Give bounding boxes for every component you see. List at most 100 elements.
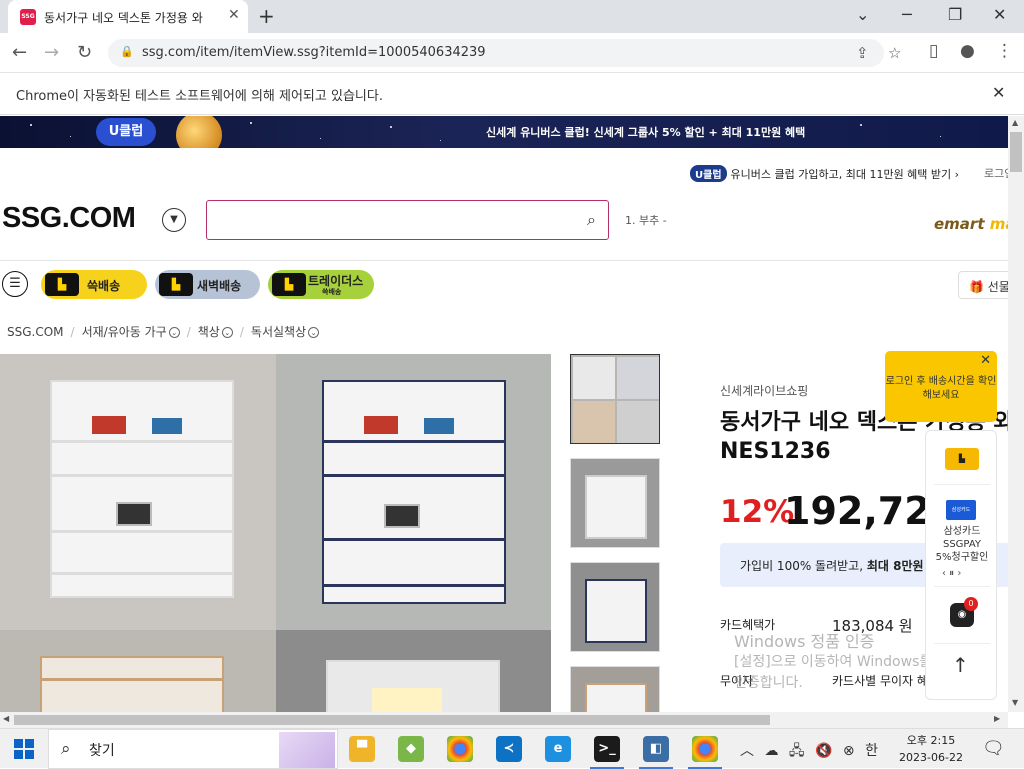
breadcrumb-item[interactable]: 서재/유아동 가구: [82, 325, 167, 339]
main-product-image[interactable]: [0, 354, 551, 712]
vertical-scroll-thumb[interactable]: [1010, 132, 1022, 172]
minimize-button[interactable]: ─: [902, 5, 912, 24]
vertical-scrollbar[interactable]: ▲ ▼: [1008, 116, 1024, 712]
forward-button[interactable]: →: [44, 42, 59, 63]
python-icon[interactable]: ◧: [639, 736, 673, 769]
ssg-delivery-pill[interactable]: ▙ 쓱배송: [41, 270, 147, 299]
browser-tab[interactable]: SSG 동서가구 네오 덱스톤 가정용 와 ✕: [8, 0, 248, 33]
horizontal-scroll-thumb[interactable]: [14, 715, 770, 725]
breadcrumb-item[interactable]: 책상: [198, 325, 220, 339]
trending-keyword[interactable]: 1. 부추 -: [625, 212, 667, 228]
infobar-close-icon[interactable]: ✕: [992, 83, 1005, 102]
banner-text: 신세계 유니버스 클럽! 신세계 그룹사 5% 할인 + 최대 11만원 혜택: [486, 126, 806, 139]
ssg-favicon-icon: SSG: [20, 9, 36, 25]
scroll-left-arrow-icon[interactable]: ◀: [3, 714, 9, 723]
emart-text: emart: [934, 215, 985, 233]
chevron-down-icon[interactable]: ⌄: [308, 327, 320, 338]
windows-start-icon[interactable]: [14, 739, 34, 759]
internet-explorer-icon[interactable]: e: [545, 736, 571, 762]
search-icon[interactable]: ⌕: [587, 210, 596, 230]
white-desk-photo: [0, 354, 276, 630]
blocked-icon[interactable]: ⊗: [843, 743, 855, 759]
cloud-icon[interactable]: ☁: [764, 743, 778, 759]
close-window-button[interactable]: ✕: [993, 5, 1006, 24]
network-icon[interactable]: 🖧: [789, 743, 805, 759]
scroll-top-icon[interactable]: ↑: [952, 653, 969, 677]
side-panel-icon[interactable]: ▯: [929, 41, 938, 61]
delivery-truck-icon: ▙: [45, 273, 79, 296]
product-thumbnail[interactable]: [570, 562, 660, 652]
windows-taskbar: ⌕ 찾기 ▀ ◆ ≺ e >_ ◧ ︿ ☁ 🖧 🔇 ⊗ 한 오후 2:15 20…: [0, 728, 1024, 769]
delivery-truck-icon[interactable]: ▙: [945, 448, 979, 470]
promo-badge: U클럽: [690, 165, 727, 182]
dawn-delivery-pill[interactable]: ▙ 새벽배송: [155, 270, 260, 299]
seller-name[interactable]: 신세계라이브쇼핑: [720, 382, 808, 399]
quick-side-panel: ▙ 삼성카드 삼성카드 SSGPAY 5%청구할인 ‹ ⏸ › ◉ 0 ↑: [925, 430, 997, 700]
traders-delivery-pill[interactable]: ▙ 트레이더스 쓱배송: [268, 270, 374, 299]
breadcrumb-item[interactable]: SSG.COM: [7, 325, 64, 339]
notification-icon[interactable]: 🗨: [982, 738, 1005, 759]
file-explorer-icon[interactable]: ▀: [349, 736, 375, 762]
menu-kebab-icon[interactable]: ⋮: [996, 41, 1013, 61]
gift-icon: 🎁: [969, 280, 988, 294]
share-icon[interactable]: ⇪: [856, 44, 869, 62]
restore-button[interactable]: ❐: [948, 5, 962, 24]
category-menu-button[interactable]: ☰: [2, 271, 28, 297]
terminal-icon[interactable]: >_: [590, 736, 624, 769]
gift-button[interactable]: 🎁 선물: [958, 271, 1008, 299]
search-input[interactable]: ⌕: [206, 200, 609, 240]
infobar-message: Chrome이 자동화된 테스트 소프트웨어에 의해 제어되고 있습니다.: [16, 89, 383, 104]
chevron-down-icon[interactable]: ⌄: [221, 327, 233, 338]
vscode-icon[interactable]: ≺: [496, 736, 522, 762]
url-text[interactable]: ssg.com/item/itemView.ssg?itemId=1000540…: [142, 45, 486, 60]
navy-desk-photo: [276, 354, 551, 630]
tooltip-close-icon[interactable]: ✕: [980, 354, 991, 368]
ssg-logo[interactable]: SSG.COM: [2, 202, 136, 235]
delivery-truck-icon: ▙: [159, 273, 193, 296]
ime-indicator[interactable]: 한: [865, 743, 878, 759]
logo-dropdown-chevron-icon[interactable]: ▼: [162, 208, 186, 232]
taskbar-search-box[interactable]: ⌕ 찾기: [48, 729, 338, 769]
maps-app-icon[interactable]: ◆: [398, 736, 424, 762]
taskbar-clock[interactable]: 오후 2:15 2023-06-22: [896, 732, 966, 766]
chevron-down-icon[interactable]: ⌄: [168, 327, 180, 338]
universe-club-promo[interactable]: U클럽유니버스 클럽 가입하고, 최대 11만원 혜택 받기 › 로그인: [690, 165, 1008, 182]
omnibox[interactable]: 🔒 ssg.com/item/itemView.ssg?itemId=10005…: [108, 39, 901, 67]
card-pager-controls[interactable]: ‹ ⏸ ›: [942, 568, 961, 579]
tab-close-icon[interactable]: ✕: [228, 7, 240, 23]
bookmark-star-icon[interactable]: ☆: [888, 44, 901, 62]
horizontal-scrollbar[interactable]: ◀ ▶: [0, 712, 1008, 728]
pill-label: 새벽배송: [197, 279, 242, 293]
tray-expand-icon[interactable]: ︿: [740, 743, 754, 759]
membership-text: 가입비 100% 돌려받고,: [740, 559, 864, 573]
pill-sublabel: 쓱배송: [322, 288, 342, 296]
delivery-time-tooltip: ✕ 로그인 후 배송시간을 확인해보세요: [885, 351, 997, 422]
system-tray[interactable]: ︿ ☁ 🖧 🔇 ⊗ 한: [740, 740, 878, 764]
card-promo-line1: 삼성카드: [943, 526, 981, 537]
tab-search-chevron-icon[interactable]: ⌄: [856, 5, 869, 24]
card-promo-text[interactable]: 삼성카드 SSGPAY 5%청구할인: [926, 525, 998, 564]
login-link[interactable]: 로그인: [984, 165, 1008, 181]
top-banner[interactable]: U클럽 신세계 유니버스 클럽! 신세계 그룹사 5% 할인 + 최대 11만원…: [0, 116, 1008, 148]
planet-illustration: [176, 116, 222, 148]
oak-desk-photo: [0, 630, 276, 712]
product-thumbnail[interactable]: [570, 666, 660, 712]
scroll-down-arrow-icon[interactable]: ▼: [1012, 698, 1018, 707]
profile-icon[interactable]: ●: [960, 41, 975, 61]
scroll-right-arrow-icon[interactable]: ▶: [994, 714, 1000, 723]
new-tab-button[interactable]: +: [258, 4, 275, 28]
volume-muted-icon[interactable]: 🔇: [815, 743, 832, 759]
chrome-active-icon[interactable]: [688, 736, 722, 769]
back-button[interactable]: ←: [12, 42, 27, 63]
tab-title: 동서가구 네오 덱스톤 가정용 와: [44, 11, 203, 25]
reload-button[interactable]: ↻: [77, 42, 92, 63]
chrome-icon[interactable]: [447, 736, 473, 762]
emart-mall-logo[interactable]: emart mall: [934, 215, 1008, 233]
breadcrumb-item[interactable]: 독서실책상: [251, 325, 306, 339]
product-thumbnail[interactable]: [570, 458, 660, 548]
lock-icon: 🔒: [120, 45, 134, 58]
mall-text: mall: [989, 215, 1008, 233]
scroll-up-arrow-icon[interactable]: ▲: [1012, 118, 1018, 127]
product-thumbnail[interactable]: [570, 354, 660, 444]
samsung-card-icon[interactable]: 삼성카드: [946, 500, 976, 520]
